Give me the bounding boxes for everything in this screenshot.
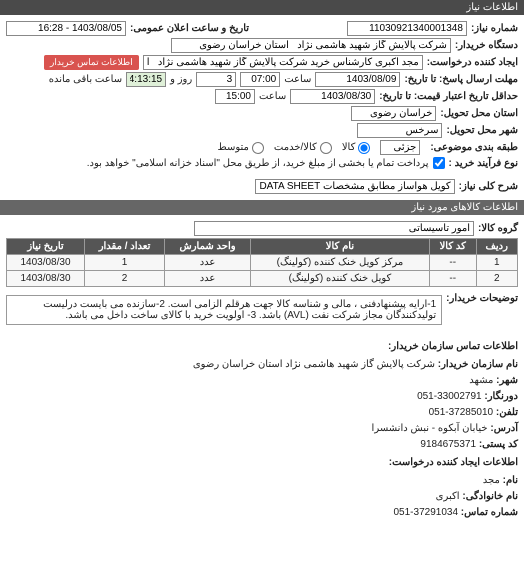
- deadline-recv-label: مهلت ارسال پاسخ: تا تاریخ:: [404, 74, 518, 85]
- day-label: روز و: [170, 74, 192, 85]
- radio-service[interactable]: [320, 142, 332, 154]
- process-label: نوع فرآیند خرید :: [449, 158, 518, 169]
- creator-contact-header: اطلاعات ایجاد کننده درخواست:: [6, 453, 518, 473]
- deadline-recv-date[interactable]: [315, 72, 400, 87]
- cell-unit: عدد: [165, 271, 251, 287]
- col-unit: واحد شمارش: [165, 239, 251, 255]
- city-label: شهر:: [496, 375, 518, 386]
- buyer-notes-label: توضیحات خریدار:: [446, 293, 518, 304]
- partial-input[interactable]: [380, 140, 420, 155]
- contact-header: اطلاعات تماس سازمان خریدار:: [6, 337, 518, 357]
- buyer-org-label: دستگاه خریدار:: [455, 40, 518, 51]
- radio-average-label: متوسط: [218, 142, 249, 153]
- validity-label: حداقل تاریخ اعتبار قیمت: تا تاریخ:: [379, 91, 518, 102]
- cell-code: --: [429, 255, 476, 271]
- phone-value: 37285010-051: [429, 407, 494, 418]
- col-date: تاریخ نیاز: [7, 239, 85, 255]
- radio-kala-label: کالا: [342, 142, 356, 153]
- workplace-value: 33002791-051: [417, 391, 482, 402]
- cell-name: کویل خنک کننده (کولینگ): [250, 271, 429, 287]
- validity-time[interactable]: [215, 89, 255, 104]
- org-label: نام سازمان خریدار:: [438, 359, 518, 370]
- col-qty: تعداد / مقدار: [85, 239, 165, 255]
- cell-qty: 1: [85, 255, 165, 271]
- name-label: نام:: [503, 475, 518, 486]
- org-value: شرکت پالایش گاز شهید هاشمی نژاد استان خر…: [193, 359, 435, 370]
- surname-label: نام خانوادگی:: [462, 491, 518, 502]
- table-row: 1--مرکز کویل خنک کننده (کولینگ)عدد11403/…: [7, 255, 518, 271]
- postcode-value: 9184675371: [420, 439, 476, 450]
- announce-input[interactable]: [6, 21, 126, 36]
- request-no-input[interactable]: [347, 21, 467, 36]
- cell-qty: 2: [85, 271, 165, 287]
- need-title-input[interactable]: [255, 179, 455, 194]
- postcode-label: کد پستی:: [479, 439, 518, 450]
- creator-label: ایجاد کننده درخواست:: [427, 57, 518, 68]
- delivery-province-label: استان محل تحویل:: [440, 108, 518, 119]
- remain-value: [126, 72, 166, 87]
- buyer-org-input[interactable]: [171, 38, 451, 53]
- city-value: مشهد: [469, 375, 493, 386]
- tab-header: اطلاعات نیاز: [0, 0, 524, 15]
- cell-name: مرکز کویل خنک کننده (کولینگ): [250, 255, 429, 271]
- process-note: پرداخت تمام یا بخشی از مبلغ خرید، از طری…: [87, 158, 429, 169]
- cell-row: 1: [476, 255, 517, 271]
- process-checkbox[interactable]: [433, 157, 445, 169]
- items-table: ردیف کد کالا نام کالا واحد شمارش تعداد /…: [6, 238, 518, 287]
- deadline-recv-time-label: ساعت: [284, 74, 311, 85]
- phone-label: تلفن:: [496, 407, 518, 418]
- announce-label: تاریخ و ساعت اعلان عمومی:: [130, 23, 249, 34]
- cell-code: --: [429, 271, 476, 287]
- address-value: خیابان آبکوه - نبش دانشسرا: [372, 423, 488, 434]
- radio-average[interactable]: [252, 142, 264, 154]
- buyer-notes-text: 1-ارایه پیشنهادفنی ، مالی و شناسه کالا ج…: [6, 295, 442, 325]
- delivery-city[interactable]: [357, 123, 442, 138]
- radio-kala[interactable]: [358, 142, 370, 154]
- cell-row: 2: [476, 271, 517, 287]
- cell-date: 1403/08/30: [7, 271, 85, 287]
- day-value[interactable]: [196, 72, 236, 87]
- category-label: طبقه بندی موضوعی:: [430, 142, 518, 153]
- c-phone-value: 37291034-051: [393, 507, 458, 518]
- validity-time-label: ساعت: [259, 91, 286, 102]
- cell-unit: عدد: [165, 255, 251, 271]
- col-row: ردیف: [476, 239, 517, 255]
- radio-service-label: کالا/خدمت: [274, 142, 317, 153]
- surname-value: اکبری: [436, 491, 460, 502]
- workplace-label: دورنگار:: [484, 391, 518, 402]
- group-label: گروه کالا:: [478, 223, 518, 234]
- col-name: نام کالا: [250, 239, 429, 255]
- items-header: اطلاعات کالاهای مورد نیاز: [0, 200, 524, 215]
- deadline-recv-time[interactable]: [240, 72, 280, 87]
- table-row: 2--کویل خنک کننده (کولینگ)عدد21403/08/30: [7, 271, 518, 287]
- request-no-label: شماره نیاز:: [471, 23, 518, 34]
- creator-input[interactable]: [143, 55, 423, 70]
- cell-date: 1403/08/30: [7, 255, 85, 271]
- remain-label: ساعت باقی مانده: [49, 74, 122, 85]
- name-value: مجد: [483, 475, 500, 486]
- address-label: آدرس:: [490, 423, 518, 434]
- c-phone-label: شماره تماس:: [461, 507, 518, 518]
- need-title-label: شرح کلی نیاز:: [459, 181, 518, 192]
- validity-date[interactable]: [290, 89, 375, 104]
- delivery-province[interactable]: [351, 106, 436, 121]
- group-input[interactable]: [194, 221, 474, 236]
- col-code: کد کالا: [429, 239, 476, 255]
- buyer-contact-button[interactable]: اطلاعات تماس خریدار: [44, 55, 139, 70]
- tab-title: اطلاعات نیاز: [466, 2, 518, 13]
- delivery-city-label: شهر محل تحویل:: [446, 125, 518, 136]
